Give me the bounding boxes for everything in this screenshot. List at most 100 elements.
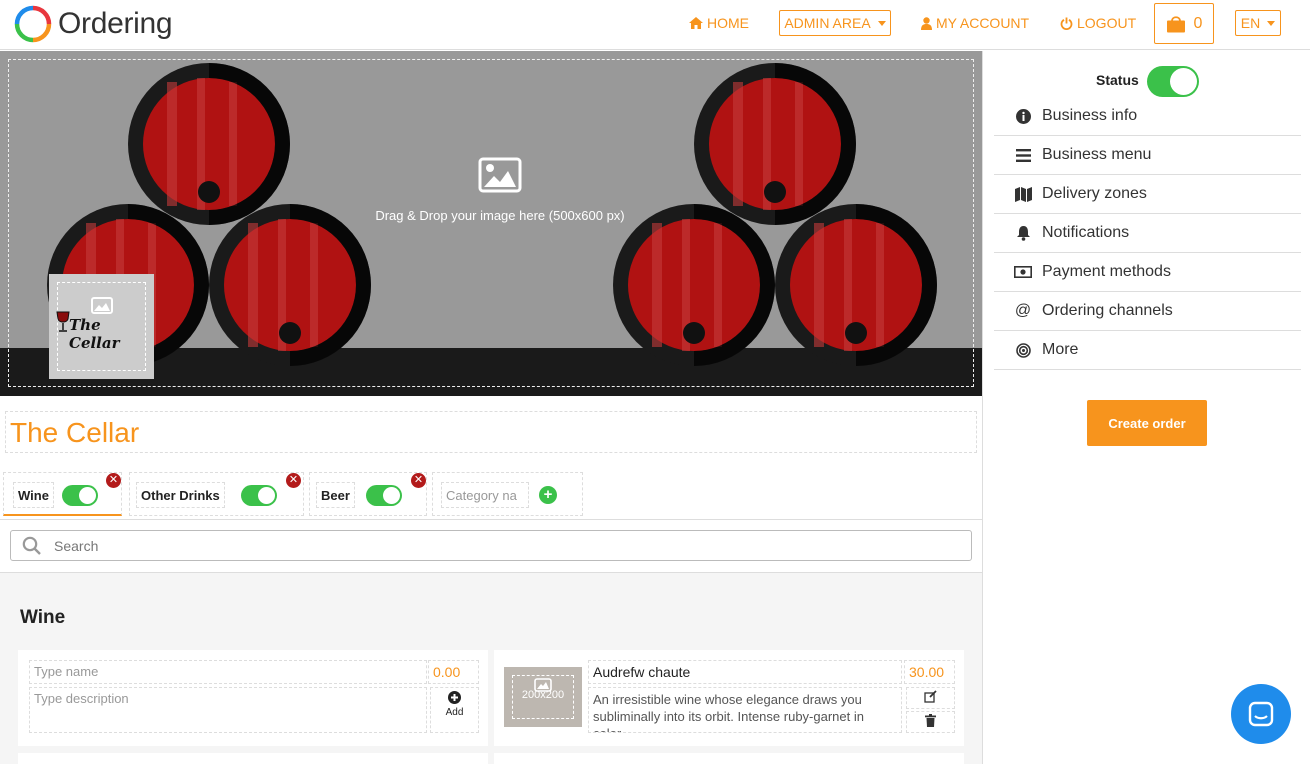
wine-glass-icon: [56, 311, 70, 332]
logo-text: The Cellar: [69, 316, 120, 352]
nav-my-account-link[interactable]: MY ACCOUNT: [921, 15, 1029, 31]
add-product-button[interactable]: Add: [430, 687, 479, 733]
menu-products-area: Wine Type name 0.00 Type description Add: [0, 572, 982, 764]
admin-area-label: ADMIN AREA: [784, 15, 871, 31]
dropzone-instructions: Drag & Drop your image here (500x600 px): [375, 208, 625, 223]
sidebar-item-label: Delivery zones: [1042, 185, 1147, 202]
new-product-card: [18, 753, 488, 764]
new-category-input[interactable]: Category na: [441, 482, 529, 508]
sidebar-item-delivery-zones[interactable]: Delivery zones: [994, 175, 1301, 214]
search-icon: [22, 536, 41, 555]
nav-logout-label: LOGOUT: [1077, 15, 1137, 31]
image-icon: [91, 297, 113, 314]
category-wine-toggle[interactable]: [62, 485, 98, 506]
sidebar-item-label: Business info: [1042, 107, 1138, 124]
language-label: EN: [1240, 15, 1261, 31]
info-icon: [1015, 108, 1031, 124]
category-other-drinks-toggle[interactable]: [241, 485, 277, 506]
cover-image-dropzone[interactable]: Drag & Drop your image here (500x600 px)…: [0, 51, 982, 396]
image-icon: [478, 157, 522, 193]
admin-area-dropdown[interactable]: ADMIN AREA: [779, 10, 891, 36]
product-description-input[interactable]: Type description: [29, 687, 427, 733]
at-icon: @: [1014, 302, 1032, 319]
create-order-button[interactable]: Create order: [1087, 400, 1207, 446]
nav-logout-link[interactable]: LOGOUT: [1060, 15, 1136, 31]
sidebar-item-label: Business menu: [1042, 146, 1152, 163]
category-beer-toggle[interactable]: [366, 485, 402, 506]
delete-product-button[interactable]: [906, 711, 955, 733]
remove-category-other-drinks-icon[interactable]: ✕: [286, 473, 301, 488]
search-placeholder: Search: [54, 538, 99, 554]
business-sidebar: Status Business info Business menu Deliv…: [982, 51, 1310, 764]
nav-my-account-label: MY ACCOUNT: [936, 15, 1030, 31]
bullseye-icon: [1015, 342, 1031, 358]
product-price-input[interactable]: 0.00: [428, 660, 479, 684]
edit-product-button[interactable]: [906, 687, 955, 709]
section-title: Wine: [20, 607, 66, 628]
new-product-card: Type name 0.00 Type description Add: [18, 650, 488, 746]
sidebar-item-payment-methods[interactable]: Payment methods: [994, 253, 1301, 292]
product-description-input[interactable]: An irresistible wine whose elegance draw…: [588, 687, 902, 733]
status-label: Status: [1096, 72, 1139, 88]
business-name: The Cellar: [10, 417, 140, 448]
add-category-icon[interactable]: +: [539, 486, 557, 504]
category-label: Beer: [316, 482, 355, 508]
sidebar-item-more[interactable]: More: [994, 331, 1301, 370]
product-name-input[interactable]: Type name: [29, 660, 427, 684]
nav-home-link[interactable]: HOME: [689, 15, 749, 31]
sidebar-item-notifications[interactable]: Notifications: [994, 214, 1301, 253]
business-name-field[interactable]: The Cellar: [5, 411, 977, 453]
trash-icon: [925, 714, 936, 727]
category-tabs: Wine ✕ Other Drinks ✕ Beer ✕ Category na…: [0, 470, 982, 520]
shopping-bag-icon: [1166, 15, 1185, 32]
add-product-label: Add: [445, 707, 464, 718]
language-dropdown[interactable]: EN: [1235, 10, 1281, 36]
power-icon: [1060, 17, 1073, 30]
chevron-down-icon: [877, 20, 886, 26]
cart-count: 0: [1193, 14, 1203, 32]
top-navbar: Ordering HOME ADMIN AREA MY ACCOUNT LOGO…: [0, 0, 1310, 50]
bars-icon: [1015, 148, 1031, 162]
plus-circle-icon: [448, 691, 461, 704]
map-icon: [1014, 186, 1032, 202]
bell-icon: [1016, 226, 1030, 241]
ordering-logo-icon: [14, 5, 52, 43]
cart-button[interactable]: 0: [1154, 3, 1214, 44]
tab-category-other-drinks[interactable]: Other Drinks ✕: [129, 472, 304, 516]
app-name: Ordering: [58, 7, 173, 40]
sidebar-item-ordering-channels[interactable]: @ Ordering channels: [994, 292, 1301, 331]
remove-category-wine-icon[interactable]: ✕: [106, 473, 121, 488]
tab-category-wine[interactable]: Wine ✕: [3, 472, 122, 516]
sidebar-item-label: Notifications: [1042, 224, 1130, 241]
money-icon: [1014, 266, 1032, 278]
product-card: [494, 753, 964, 764]
business-logo-dropzone[interactable]: The Cellar: [49, 274, 154, 379]
product-name-input[interactable]: Audrefw chaute: [588, 660, 902, 684]
chat-icon: [1248, 701, 1274, 727]
chevron-down-icon: [1267, 20, 1276, 26]
sidebar-item-label: Ordering channels: [1042, 302, 1173, 319]
product-image-size: 200x200: [521, 689, 565, 701]
product-image-dropzone[interactable]: 200x200: [504, 667, 582, 727]
chat-launcher-button[interactable]: [1231, 684, 1291, 744]
sidebar-item-business-menu[interactable]: Business menu: [994, 136, 1301, 175]
app-logo[interactable]: Ordering: [14, 5, 173, 43]
category-label: Wine: [13, 482, 54, 508]
sidebar-menu: Business info Business menu Delivery zon…: [994, 97, 1301, 370]
tab-category-beer[interactable]: Beer ✕: [309, 472, 427, 516]
business-status-toggle[interactable]: [1147, 66, 1199, 97]
new-category-form: Category na +: [432, 472, 583, 516]
home-icon: [689, 17, 703, 29]
search-input[interactable]: Search: [10, 530, 972, 561]
product-card: 200x200 Audrefw chaute 30.00 An irresist…: [494, 650, 964, 746]
product-price-input[interactable]: 30.00: [904, 660, 955, 684]
sidebar-item-business-info[interactable]: Business info: [994, 97, 1301, 136]
edit-icon: [924, 690, 937, 703]
user-icon: [921, 16, 932, 30]
nav-home-label: HOME: [707, 15, 749, 31]
remove-category-beer-icon[interactable]: ✕: [411, 473, 426, 488]
sidebar-item-label: More: [1042, 341, 1079, 358]
business-editor: Drag & Drop your image here (500x600 px)…: [0, 51, 982, 764]
category-label: Other Drinks: [136, 482, 225, 508]
sidebar-item-label: Payment methods: [1042, 263, 1171, 280]
